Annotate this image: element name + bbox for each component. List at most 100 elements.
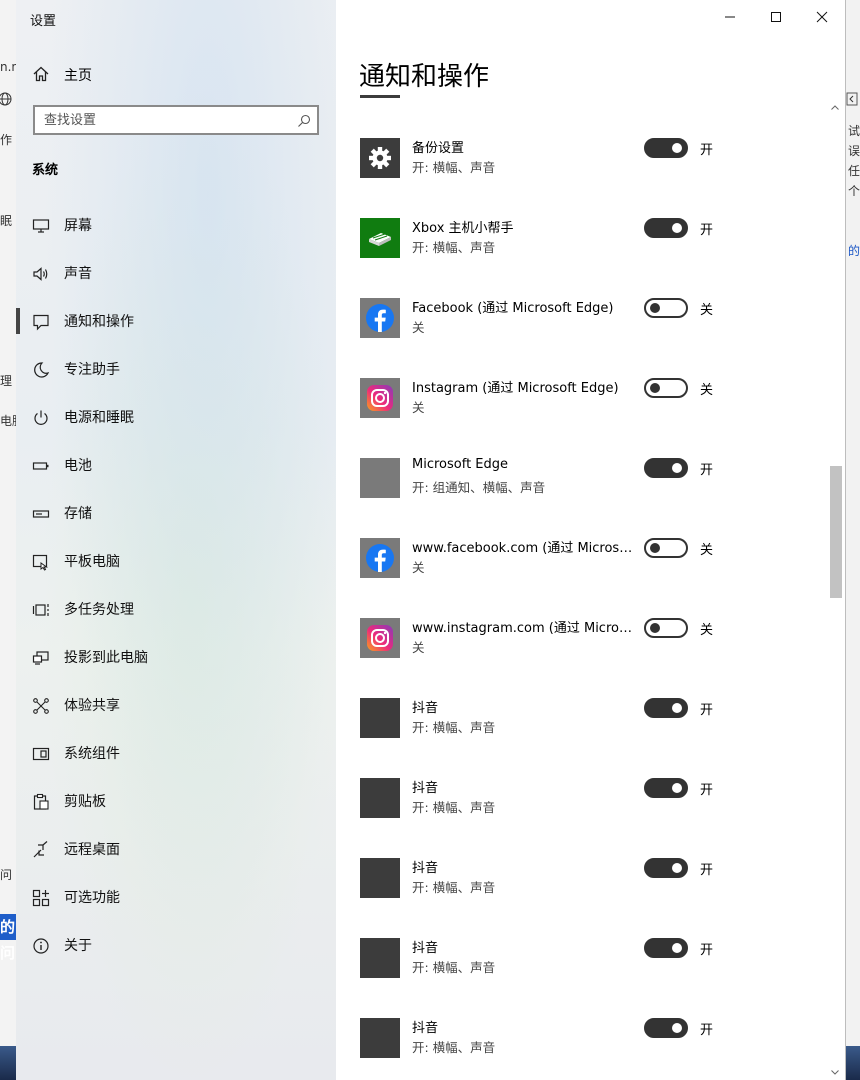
app-notification-list: 开: 横幅、声音备份设置开: 横幅、声音开Xbox 主机小帮手开: 横幅、声音开… (336, 95, 831, 1080)
power-icon (32, 409, 50, 427)
section-label-system: 系统 (32, 163, 59, 178)
background-text: 的问 (0, 914, 16, 962)
search-box[interactable] (33, 105, 319, 135)
app-name: 抖音 (412, 781, 439, 796)
chevron-left-icon (846, 92, 858, 109)
background-text: 误消 (848, 144, 860, 158)
sidebar-item-remote-desktop[interactable]: 远程桌面 (16, 826, 336, 874)
sidebar-item-sound[interactable]: 声音 (16, 250, 336, 298)
app-title: 设置 (30, 14, 57, 29)
app-notification-row[interactable]: 抖音 开: 横幅、声音 开 (336, 760, 831, 840)
search-icon[interactable] (297, 113, 311, 127)
sidebar-item-focus-assist[interactable]: 专注助手 (16, 346, 336, 394)
scroll-up-icon[interactable] (830, 98, 840, 110)
app-notification-status: 开: 横幅、声音 (412, 95, 495, 96)
app-notification-row[interactable]: www.facebook.com (通过 Microsoft Edge)关关 (336, 520, 831, 600)
notification-toggle[interactable] (644, 1018, 688, 1038)
sidebar-item-clipboard[interactable]: 剪贴板 (16, 778, 336, 826)
sidebar-item-system-components[interactable]: 系统组件 (16, 730, 336, 778)
info-icon (32, 937, 50, 955)
scrollbar-thumb[interactable] (830, 466, 842, 598)
sidebar-item-battery[interactable]: 电池 (16, 442, 336, 490)
toggle-knob (672, 783, 682, 793)
sidebar-item-project[interactable]: 投影到此电脑 (16, 634, 336, 682)
toggle-state-label: 开 (700, 143, 714, 158)
sidebar-item-shared-experiences[interactable]: 体验共享 (16, 682, 336, 730)
scrollbar[interactable] (828, 96, 842, 1080)
app-notification-row[interactable]: 抖音 开: 横幅、声音 开 (336, 1000, 831, 1080)
app-notification-row[interactable]: Facebook (通过 Microsoft Edge) 关关 (336, 280, 831, 360)
app-notification-status: 关 (412, 320, 425, 335)
app-name: Instagram (通过 Microsoft Edge) (412, 381, 619, 396)
app-notification-row[interactable]: 抖音 开: 横幅、声音 开 (336, 680, 831, 760)
app-name: 抖音 (412, 941, 439, 956)
sidebar-item-label: 专注助手 (64, 362, 120, 378)
sidebar-item-about[interactable]: 关于 (16, 922, 336, 970)
minimize-icon (725, 16, 735, 18)
toggle-state-label: 开 (700, 863, 714, 878)
background-text: 个问 (848, 184, 860, 198)
toggle-knob (672, 223, 682, 233)
notification-toggle[interactable] (644, 698, 688, 718)
notification-toggle[interactable] (644, 938, 688, 958)
sidebar-item-storage[interactable]: 存储 (16, 490, 336, 538)
background-text: 任何 (848, 164, 860, 178)
app-notification-row[interactable]: www.instagram.com (通过 Microsoft Edge)关关 (336, 600, 831, 680)
notification-toggle[interactable] (644, 858, 688, 878)
app-notification-row[interactable]: 抖音 开: 横幅、声音 开 (336, 840, 831, 920)
sidebar-item-label: 关于 (64, 938, 92, 954)
sidebar-item-optional-features[interactable]: 可选功能 (16, 874, 336, 922)
notification-toggle[interactable] (644, 138, 688, 158)
app-notification-row[interactable]: Xbox 主机小帮手 开: 横幅、声音 开 (336, 200, 831, 280)
notification-toggle[interactable] (644, 538, 688, 558)
minimize-button[interactable] (707, 0, 753, 34)
share-icon (32, 697, 50, 715)
facebook-icon (360, 538, 400, 578)
facebook-icon (360, 298, 400, 338)
remote-icon (32, 841, 50, 859)
app-notification-row[interactable]: Instagram (通过 Microsoft Edge) 关关 (336, 360, 831, 440)
instagram-icon (360, 378, 400, 418)
taskbar-fragment (0, 1046, 16, 1080)
sidebar-item-power[interactable]: 电源和睡眠 (16, 394, 336, 442)
search-input[interactable] (35, 107, 284, 133)
notification-toggle[interactable] (644, 778, 688, 798)
app-notification-row[interactable]: 抖音 开: 横幅、声音 开 (336, 920, 831, 1000)
maximize-button[interactable] (753, 0, 799, 34)
notification-toggle[interactable] (644, 458, 688, 478)
sidebar-item-multitasking[interactable]: 多任务处理 (16, 586, 336, 634)
background-text: 的问 (848, 244, 860, 258)
notification-toggle[interactable] (644, 298, 688, 318)
settings-window: 设置 主页 系统 屏幕 声音 通知和操作 (16, 0, 845, 1080)
display-icon (32, 217, 50, 235)
app-name: Xbox 主机小帮手 (412, 221, 514, 236)
sidebar-item-notifications[interactable]: 通知和操作 (16, 298, 336, 346)
notification-toggle[interactable] (644, 618, 688, 638)
sidebar-item-label: 平板电脑 (64, 554, 120, 570)
app-name: www.instagram.com (通过 Microsoft Edge) (412, 621, 634, 636)
scroll-down-icon[interactable] (830, 1062, 840, 1075)
notification-toggle[interactable] (644, 378, 688, 398)
toggle-knob (650, 623, 660, 633)
moon-icon (32, 361, 50, 379)
close-button[interactable] (799, 0, 845, 34)
app-notification-row[interactable]: 开: 横幅、声音 (336, 95, 831, 120)
clipboard-icon (32, 793, 50, 811)
sidebar-item-label: 远程桌面 (64, 842, 120, 858)
sidebar-item-label: 电池 (64, 458, 92, 474)
app-notification-status: 开: 横幅、声音 (412, 960, 496, 975)
home-link[interactable]: 主页 (16, 58, 336, 90)
app-notification-row[interactable]: 备份设置 开: 横幅、声音 开 (336, 120, 831, 200)
home-icon (33, 66, 49, 82)
sidebar-item-display[interactable]: 屏幕 (16, 202, 336, 250)
taskbar-fragment (846, 1046, 860, 1080)
globe-icon (0, 92, 12, 109)
notification-toggle[interactable] (644, 218, 688, 238)
background-text: 问 (0, 868, 13, 882)
sidebar-nav: 屏幕 声音 通知和操作 专注助手 电源和睡眠 电池 存储 平板电脑 多任务处理 … (16, 202, 336, 970)
background-window-right: 试完 误消 任何 个问 的问 (845, 0, 860, 1080)
sidebar-item-tablet[interactable]: 平板电脑 (16, 538, 336, 586)
toggle-knob (672, 703, 682, 713)
app-notification-row[interactable]: Microsoft Edge 开: 组通知、横幅、声音 开 (336, 440, 831, 520)
xbox-app-icon (360, 218, 400, 258)
